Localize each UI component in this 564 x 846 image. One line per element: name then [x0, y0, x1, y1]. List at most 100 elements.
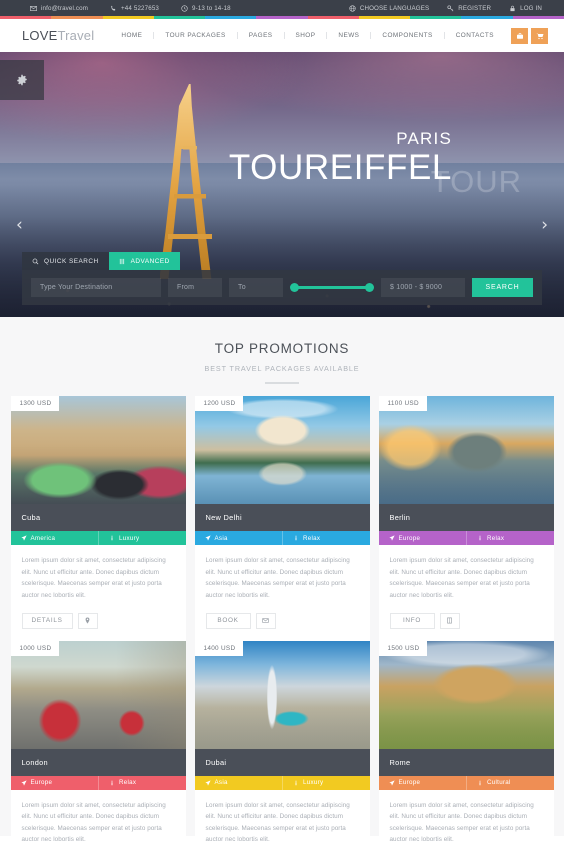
card-price: 1000 USD [10, 640, 60, 656]
card-tags: America Luxury [10, 531, 186, 545]
contact-phone[interactable]: +44 5227653 [110, 5, 159, 12]
card-primary-action[interactable]: BOOK [205, 612, 251, 629]
promotions-subtitle: BEST TRAVEL PACKAGES AVAILABLE [204, 364, 360, 373]
contact-email-label: info@travel.com [41, 4, 89, 12]
card-title: Berlin [378, 504, 554, 531]
search-widget: QUICK SEARCH ADVANCED Type Your Destinat… [22, 252, 542, 305]
card-tag-region[interactable]: Europe [379, 776, 467, 790]
tab-quick-search[interactable]: QUICK SEARCH [22, 252, 109, 270]
site-logo[interactable]: LOVETravel [0, 28, 94, 43]
register-link[interactable]: REGISTER [447, 5, 491, 12]
info-icon [479, 535, 481, 541]
map-pin-icon [85, 617, 90, 624]
top-promotions-section: TOP PROMOTIONS BEST TRAVEL PACKAGES AVAI… [0, 317, 564, 846]
card-contact-button[interactable] [255, 612, 276, 629]
search-button[interactable]: SEARCH [472, 278, 533, 297]
card-book-button[interactable] [439, 612, 460, 629]
card-map-button[interactable] [77, 612, 98, 629]
carousel-prev-arrow[interactable]: ‹ [16, 217, 23, 234]
nav-item-contacts[interactable]: CONTACTS [445, 32, 505, 39]
card-description: Lorem ipsum dolor sit amet, consectetur … [205, 557, 350, 599]
card-body: Lorem ipsum dolor sit amet, consectetur … [195, 545, 370, 641]
slider-track [294, 286, 370, 289]
card-body: Lorem ipsum dolor sit amet, consectetur … [195, 790, 370, 846]
card-price: 1100 USD [378, 396, 427, 411]
site-header: LOVETravel HOME TOUR PACKAGES PAGES SHOP… [0, 19, 564, 52]
slider-knob-min[interactable] [290, 283, 299, 292]
nav-item-shop[interactable]: SHOP [285, 32, 328, 39]
nav-item-tour-packages[interactable]: TOUR PACKAGES [154, 32, 238, 39]
card-primary-action[interactable]: INFO [389, 612, 435, 629]
suitcase-icon [516, 32, 523, 39]
hero-settings-button[interactable] [0, 60, 44, 100]
slider-knob-max[interactable] [365, 283, 374, 292]
hero-subtitle: PARIS [396, 129, 452, 148]
logo-primary: LOVE [22, 28, 58, 43]
promotion-card[interactable]: 1300 USD Cuba America Luxury Lorem ipsum… [10, 396, 186, 641]
info-icon [479, 780, 481, 785]
card-description: Lorem ipsum dolor sit amet, consectetur … [21, 801, 166, 844]
card-photo-cuba: 1300 USD [10, 396, 186, 504]
card-tag-category-label: Relax [303, 534, 321, 542]
gear-icon [17, 74, 27, 86]
card-tag-region[interactable]: Europe [11, 776, 99, 790]
key-icon [447, 4, 454, 12]
card-tag-category[interactable]: Luxury [98, 531, 186, 545]
nav-item-components[interactable]: COMPONENTS [371, 32, 445, 39]
cart-button[interactable] [531, 27, 548, 44]
title-underline [265, 382, 299, 384]
top-utility-bar: info@travel.com +44 5227653 9-13 to 14-1… [0, 0, 564, 16]
card-photo-berlin: 1100 USD [378, 396, 554, 504]
nav-item-pages[interactable]: PAGES [238, 32, 285, 39]
card-tag-region[interactable]: Asia [195, 776, 283, 790]
card-tag-category[interactable]: Relax [282, 531, 370, 545]
tab-advanced-search[interactable]: ADVANCED [108, 252, 180, 270]
date-from-input[interactable]: From [168, 278, 222, 297]
card-description: Lorem ipsum dolor sit amet, consectetur … [21, 557, 166, 599]
promotion-card[interactable]: 1200 USD New Delhi Asia Relax Lorem ipsu… [194, 396, 370, 641]
promotion-card[interactable]: 1400 USD Dubai Asia Luxury Lorem ipsum d… [194, 640, 370, 846]
hero-carousel: TOUR PARIS TOUREIFFEL ‹ › QUICK SEARCH A… [0, 52, 564, 317]
date-to-input[interactable]: To [229, 278, 283, 297]
card-primary-action[interactable]: DETAILS [21, 612, 73, 629]
globe-icon [349, 4, 356, 12]
carousel-next-arrow[interactable]: › [541, 217, 548, 234]
promotion-card[interactable]: 1000 USD London Europe Relax Lorem ipsum… [10, 640, 186, 846]
nav-item-home[interactable]: HOME [110, 32, 155, 39]
book-icon [447, 617, 452, 624]
promotion-card[interactable]: 1100 USD Berlin Europe Relax Lorem ipsum… [378, 396, 554, 641]
paper-plane-icon [204, 779, 211, 786]
card-tag-category-label: Luxury [303, 779, 324, 787]
search-bar: Type Your Destination From To $ 1000 - $… [22, 270, 542, 305]
card-photo-dubai: 1400 USD [194, 640, 370, 749]
card-tag-category[interactable]: Luxury [282, 775, 370, 790]
top-contact-group: info@travel.com +44 5227653 9-13 to 14-1… [0, 5, 231, 12]
contact-email[interactable]: info@travel.com [30, 5, 88, 12]
card-photo-new-delhi: 1200 USD [194, 396, 370, 504]
card-tag-category[interactable]: Relax [98, 775, 186, 790]
card-tag-category[interactable]: Cultural [466, 775, 554, 790]
card-title: Dubai [194, 748, 370, 776]
login-label: LOG IN [520, 4, 542, 12]
card-tags: Europe Relax [378, 531, 554, 545]
destination-input[interactable]: Type Your Destination [31, 278, 161, 297]
card-title: Cuba [10, 504, 186, 531]
choose-languages-link[interactable]: CHOOSE LANGUAGES [349, 5, 429, 12]
card-tag-region[interactable]: Europe [379, 531, 467, 545]
nav-item-news[interactable]: NEWS [327, 32, 372, 39]
card-tag-region[interactable]: Asia [195, 531, 283, 545]
card-price: 1300 USD [10, 396, 60, 411]
card-description: Lorem ipsum dolor sit amet, consectetur … [205, 801, 350, 844]
card-body: Lorem ipsum dolor sit amet, consectetur … [379, 545, 554, 641]
price-range-slider[interactable] [290, 278, 374, 297]
card-tag-category[interactable]: Relax [466, 531, 554, 545]
card-body: Lorem ipsum dolor sit amet, consectetur … [11, 790, 186, 846]
promotion-card[interactable]: 1500 USD Rome Europe Cultural Lorem ipsu… [378, 640, 554, 846]
card-actions: DETAILS [21, 612, 175, 629]
register-label: REGISTER [458, 4, 492, 12]
suitcase-button[interactable] [511, 27, 528, 44]
card-title: New Delhi [194, 504, 370, 531]
card-tag-category-label: Cultural [487, 779, 511, 787]
card-tag-region[interactable]: America [11, 531, 99, 545]
login-link[interactable]: LOG IN [509, 5, 542, 12]
